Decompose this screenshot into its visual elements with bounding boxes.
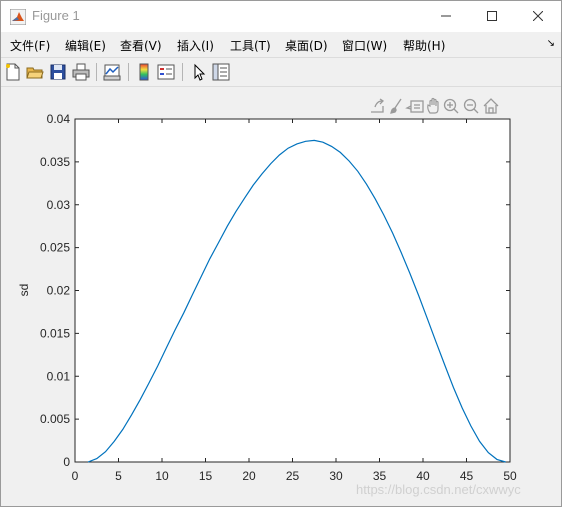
save-icon[interactable] (49, 63, 67, 81)
menu-bar: 文件(F) 编辑(E) 查看(V) 插入(I) 工具(T) 桌面(D) 窗口(W… (1, 32, 561, 56)
y-tick-label: 0 (63, 455, 70, 469)
plot-canvas: 0 5 10 15 20 25 30 35 40 45 50 0 0.005 0.01 0.015 0.02… (17, 112, 517, 483)
figure-window: Figure 1 文件(F) 编辑(E) 查看(V) 插入(I) 工具(T) 桌… (0, 0, 562, 507)
y-tick-label: 0.005 (40, 412, 70, 426)
x-tick-label: 0 (72, 469, 79, 483)
minimize-icon (441, 15, 451, 17)
toolbar-separator (96, 63, 97, 81)
y-tick-label: 0.025 (40, 241, 70, 255)
insert-colorbar-icon[interactable] (135, 63, 153, 81)
new-figure-icon[interactable] (4, 63, 22, 81)
axes-box[interactable] (74, 118, 511, 463)
minimize-button[interactable] (423, 1, 469, 32)
x-tick-label: 45 (460, 469, 474, 483)
y-tick-label: 0.02 (47, 284, 71, 298)
matlab-logo-icon (10, 9, 26, 25)
title-bar[interactable]: Figure 1 (1, 1, 561, 32)
open-file-icon[interactable] (26, 63, 44, 81)
x-tick-label: 35 (373, 469, 387, 483)
y-tick-label: 0.035 (40, 155, 70, 169)
link-plot-icon[interactable] (103, 63, 121, 81)
close-icon (533, 11, 543, 21)
x-tick-label: 25 (286, 469, 300, 483)
edit-plot-icon[interactable] (190, 63, 208, 81)
menu-desktop[interactable]: 桌面(D) (285, 37, 328, 54)
menu-window[interactable]: 窗口(W) (342, 37, 387, 54)
y-tick-label: 0.04 (47, 112, 71, 126)
toolbar-separator (182, 63, 183, 81)
window-title: Figure 1 (32, 8, 80, 23)
close-button[interactable] (515, 1, 561, 32)
x-tick-label: 15 (199, 469, 213, 483)
property-inspector-icon[interactable] (212, 63, 230, 81)
x-tick-label: 50 (503, 469, 517, 483)
print-icon[interactable] (72, 63, 90, 81)
menu-file[interactable]: 文件(F) (10, 37, 50, 54)
x-tick-label: 20 (242, 469, 256, 483)
x-tick-label: 40 (416, 469, 430, 483)
menu-view[interactable]: 查看(V) (120, 37, 162, 54)
x-tick-label: 5 (115, 469, 122, 483)
y-tick-label: 0.015 (40, 326, 70, 340)
menu-dock-arrow-icon[interactable]: ↘ (547, 38, 555, 49)
watermark: https://blog.csdn.net/cxwwyc (356, 482, 521, 497)
x-tick-label: 30 (329, 469, 343, 483)
y-axis-label: sd (17, 284, 31, 297)
x-tick-label: 10 (155, 469, 169, 483)
menu-tools[interactable]: 工具(T) (230, 37, 271, 54)
y-tick-label: 0.03 (47, 198, 71, 212)
insert-legend-icon[interactable] (157, 63, 175, 81)
menu-insert[interactable]: 插入(I) (177, 37, 214, 54)
maximize-button[interactable] (469, 1, 515, 32)
maximize-icon (487, 11, 497, 21)
menu-help[interactable]: 帮助(H) (403, 37, 445, 54)
menu-edit[interactable]: 编辑(E) (65, 37, 106, 54)
y-tick-label: 0.01 (47, 369, 71, 383)
figure-toolbar (1, 57, 561, 87)
toolbar-separator (128, 63, 129, 81)
